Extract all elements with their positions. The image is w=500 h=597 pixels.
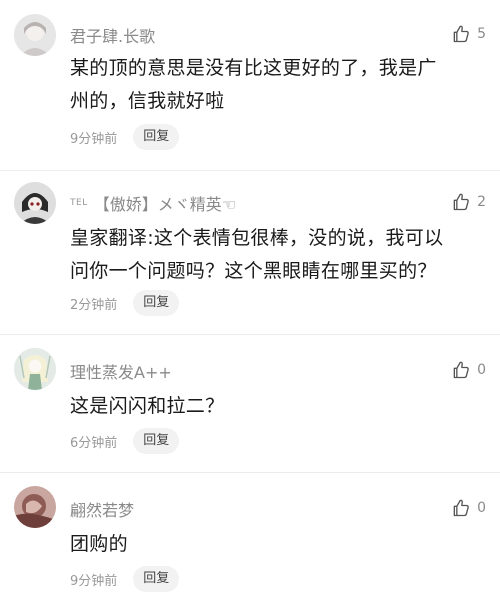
- reply-button[interactable]: 回复: [133, 428, 180, 454]
- like-count: 0: [477, 362, 486, 378]
- username[interactable]: 君子肆.长歌: [70, 23, 155, 47]
- comment-text-line: 问你一个问题吗？这个黑眼睛在哪里买的？: [70, 260, 437, 282]
- comment-text: 某的顶的意思是没有比这更好的了，我是广 州的，信我就好啦: [70, 52, 470, 118]
- comment-text-line: 某的顶的意思是没有比这更好的了，我是广: [70, 57, 437, 79]
- reply-button[interactable]: 回复: [133, 124, 180, 150]
- comment-text: 团购的: [70, 528, 470, 561]
- divider: [0, 472, 500, 473]
- avatar-image: [14, 348, 56, 390]
- username[interactable]: 【傲娇】メヾ精英☜: [94, 191, 236, 215]
- like-count: 0: [477, 500, 486, 516]
- thumbs-up-icon: [451, 360, 471, 380]
- comment-text: 这是闪闪和拉二？: [70, 390, 470, 423]
- avatar[interactable]: [14, 182, 56, 224]
- divider: [0, 170, 500, 171]
- comment-text-line: 这是闪闪和拉二？: [70, 395, 225, 417]
- like-button[interactable]: 0: [451, 360, 486, 380]
- comment-text: 皇家翻译:这个表情包很棒，没的说，我可以 问你一个问题吗？这个黑眼睛在哪里买的？: [70, 222, 470, 288]
- comment-text-line: 州的，信我就好啦: [70, 90, 225, 112]
- timestamp: 6分钟前: [70, 435, 118, 451]
- user-tag: TEL: [70, 198, 88, 208]
- reply-button[interactable]: 回复: [133, 566, 180, 592]
- timestamp: 2分钟前: [70, 297, 118, 313]
- like-count: 5: [477, 26, 486, 42]
- avatar-image: [14, 14, 56, 56]
- like-button[interactable]: 2: [451, 192, 486, 212]
- comment-text-line: 团购的: [70, 533, 128, 555]
- timestamp: 9分钟前: [70, 573, 118, 589]
- comment-feed: 君子肆.长歌 5 某的顶的意思是没有比这更好的了，我是广 州的，信我就好啦 9分…: [0, 0, 500, 597]
- thumbs-up-icon: [451, 498, 471, 518]
- reply-button[interactable]: 回复: [133, 290, 180, 316]
- timestamp: 9分钟前: [70, 131, 118, 147]
- avatar[interactable]: [14, 348, 56, 390]
- like-count: 2: [477, 194, 486, 210]
- avatar[interactable]: [14, 486, 56, 528]
- avatar-image: [14, 182, 56, 224]
- avatar-image: [14, 486, 56, 528]
- thumbs-up-icon: [451, 24, 471, 44]
- divider: [0, 334, 500, 335]
- thumbs-up-icon: [451, 192, 471, 212]
- avatar[interactable]: [14, 14, 56, 56]
- like-button[interactable]: 5: [451, 24, 486, 44]
- username[interactable]: 翩然若梦: [70, 497, 134, 521]
- like-button[interactable]: 0: [451, 498, 486, 518]
- comment-text-line: 皇家翻译:这个表情包很棒，没的说，我可以: [70, 227, 444, 249]
- username[interactable]: 理性蒸发A++: [70, 359, 172, 383]
